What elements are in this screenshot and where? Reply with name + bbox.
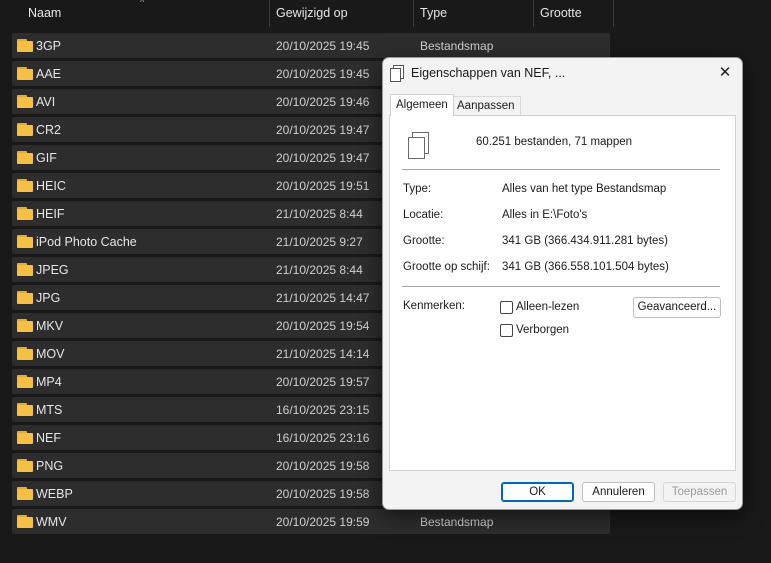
divider — [402, 286, 720, 287]
item-name: MP4 — [36, 375, 62, 389]
dialog-title: Eigenschappen van NEF, ... — [411, 66, 566, 80]
folder-icon — [17, 67, 33, 80]
cancel-button[interactable]: Annuleren — [582, 482, 655, 502]
size-label: Grootte: — [403, 235, 445, 247]
item-name: 3GP — [36, 39, 62, 53]
column-header-name[interactable]: Naam — [22, 0, 270, 27]
selection-summary: 60.251 bestanden, 71 mappen — [476, 136, 633, 148]
folder-icon — [17, 179, 33, 192]
item-modified: 21/10/2025 14:14 — [276, 347, 370, 361]
item-name: MKV — [36, 319, 64, 333]
item-name: CR2 — [36, 123, 62, 137]
size-on-disk-value: 341 GB (366.558.101.504 bytes) — [502, 261, 669, 273]
item-type: Bestandsmap — [420, 39, 494, 53]
folder-icon — [17, 39, 33, 52]
item-modified: 20/10/2025 19:58 — [276, 487, 370, 501]
type-value: Alles van het type Bestandsmap — [502, 183, 667, 195]
item-modified: 21/10/2025 8:44 — [276, 263, 363, 277]
folder-icon — [17, 95, 33, 108]
tab-panel-general: 60.251 bestanden, 71 mappen Type: Alles … — [389, 115, 736, 471]
dialog-titlebar[interactable]: Eigenschappen van NEF, ... ✕ — [383, 58, 742, 88]
advanced-button[interactable]: Geavanceerd... — [633, 297, 721, 318]
item-modified: 16/10/2025 23:16 — [276, 431, 370, 445]
item-name: GIF — [36, 151, 57, 165]
item-modified: 21/10/2025 8:44 — [276, 207, 363, 221]
item-modified: 20/10/2025 19:47 — [276, 151, 370, 165]
item-type: Bestandsmap — [420, 515, 494, 529]
item-name: PNG — [36, 459, 64, 473]
item-modified: 20/10/2025 19:47 — [276, 123, 370, 137]
folder-icon — [17, 515, 33, 528]
tab-algemeen[interactable]: Algemeen — [390, 94, 454, 116]
item-name: MOV — [36, 347, 65, 361]
item-name: AAE — [36, 67, 62, 81]
location-value: Alles in E:\Foto's — [502, 209, 588, 221]
attributes-label: Kenmerken: — [403, 300, 466, 312]
item-name: WMV — [36, 515, 67, 529]
readonly-checkbox[interactable] — [500, 301, 513, 314]
item-name: JPG — [36, 291, 61, 305]
hidden-checkbox[interactable] — [500, 324, 513, 337]
item-modified: 20/10/2025 19:57 — [276, 375, 370, 389]
item-modified: 20/10/2025 19:58 — [276, 459, 370, 473]
item-name: iPod Photo Cache — [36, 235, 137, 249]
item-modified: 16/10/2025 23:15 — [276, 403, 370, 417]
tab-aanpassen[interactable]: Aanpassen — [451, 96, 521, 115]
sort-ascending-icon: ^ — [140, 0, 145, 7]
item-modified: 21/10/2025 14:47 — [276, 291, 370, 305]
list-item[interactable]: WMV 20/10/2025 19:59 Bestandsmap — [12, 508, 610, 536]
item-modified: 20/10/2025 19:51 — [276, 179, 370, 193]
ok-button[interactable]: OK — [501, 482, 574, 502]
multiple-files-icon — [408, 132, 432, 162]
folder-icon — [17, 235, 33, 248]
folder-icon — [17, 375, 33, 388]
item-modified: 20/10/2025 19:45 — [276, 67, 370, 81]
item-name: NEF — [36, 431, 61, 445]
folder-icon — [17, 487, 33, 500]
item-modified: 20/10/2025 19:54 — [276, 319, 370, 333]
size-on-disk-label: Grootte op schijf: — [403, 261, 490, 273]
apply-button[interactable]: Toepassen — [663, 482, 736, 502]
folder-icon — [17, 263, 33, 276]
item-name: HEIF — [36, 207, 65, 221]
item-modified: 21/10/2025 9:27 — [276, 235, 363, 249]
folder-icon — [17, 207, 33, 220]
readonly-label[interactable]: Alleen-lezen — [516, 301, 579, 313]
item-name: HEIC — [36, 179, 66, 193]
hidden-label[interactable]: Verborgen — [516, 324, 569, 336]
item-name: AVI — [36, 95, 56, 109]
item-name: WEBP — [36, 487, 73, 501]
close-icon[interactable]: ✕ — [712, 60, 738, 86]
folder-icon — [17, 319, 33, 332]
folder-icon — [17, 459, 33, 472]
location-label: Locatie: — [403, 209, 444, 221]
column-header-type[interactable]: Type — [414, 0, 534, 27]
files-icon — [390, 65, 404, 82]
item-name: MTS — [36, 403, 63, 417]
folder-icon — [17, 431, 33, 444]
divider — [402, 169, 720, 170]
item-modified: 20/10/2025 19:46 — [276, 95, 370, 109]
item-name: JPEG — [36, 263, 69, 277]
folder-icon — [17, 151, 33, 164]
list-item[interactable]: 3GP 20/10/2025 19:45 Bestandsmap — [12, 32, 610, 60]
properties-dialog: Eigenschappen van NEF, ... ✕ Algemeen Aa… — [382, 57, 743, 510]
column-header-modified[interactable]: Gewijzigd op — [270, 0, 414, 27]
column-header-bar: Naam ^ Gewijzigd op Type Grootte — [0, 0, 771, 27]
size-value: 341 GB (366.434.911.281 bytes) — [502, 235, 669, 247]
item-modified: 20/10/2025 19:45 — [276, 39, 370, 53]
folder-icon — [17, 403, 33, 416]
column-header-size[interactable]: Grootte — [534, 0, 614, 27]
item-modified: 20/10/2025 19:59 — [276, 515, 370, 529]
folder-icon — [17, 347, 33, 360]
folder-icon — [17, 291, 33, 304]
folder-icon — [17, 123, 33, 136]
type-label: Type: — [403, 183, 432, 195]
